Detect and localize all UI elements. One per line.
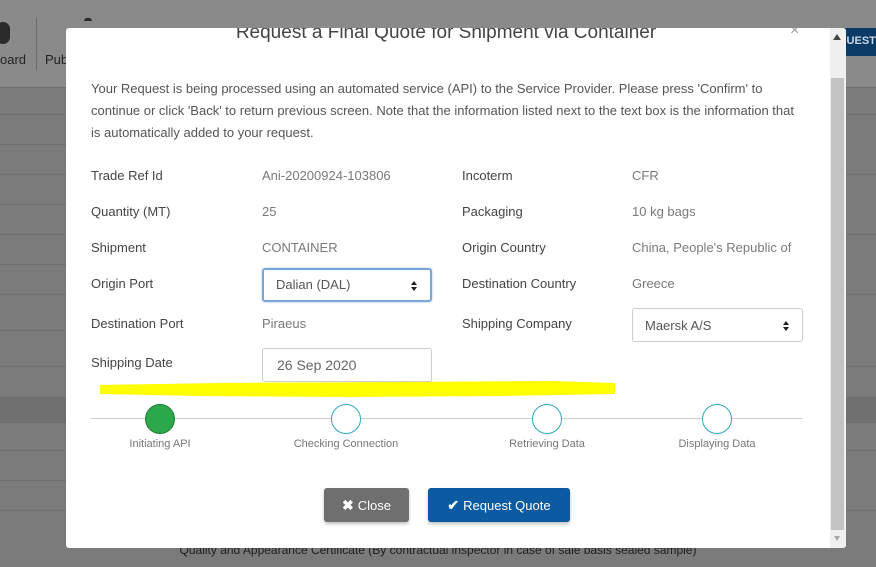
- background-row-divider: [0, 204, 66, 205]
- background-row-divider: [846, 510, 876, 511]
- origin-port-selected-value: Dalian (DAL): [276, 277, 351, 292]
- chevron-up-icon: [783, 321, 789, 325]
- shipping-date-value: 26 Sep 2020: [277, 357, 357, 373]
- toolbar-separator: [36, 18, 37, 70]
- shipment-value: CONTAINER: [262, 240, 338, 255]
- background-row-divider: [0, 114, 66, 115]
- background-row-divider: [0, 366, 66, 367]
- background-row-divider: [846, 174, 876, 175]
- background-row-divider: [0, 450, 66, 451]
- chevron-down-icon: [411, 287, 417, 291]
- toolbar-item-publish: Pub: [45, 52, 69, 67]
- progress-track: [91, 418, 803, 419]
- step-indicator-checking-connection: [331, 404, 361, 434]
- dashboard-icon: [0, 22, 10, 44]
- background-row-divider: [0, 510, 66, 511]
- times-icon: ✖: [342, 496, 354, 513]
- close-button[interactable]: ✖ Close: [324, 488, 409, 522]
- background-row-divider: [846, 234, 876, 235]
- shipping-company-label: Shipping Company: [462, 316, 572, 331]
- intro-text: Your Request is being processed using an…: [91, 81, 794, 140]
- shipment-label: Shipment: [91, 240, 146, 255]
- scrollbar-thumb[interactable]: [831, 78, 844, 530]
- toolbar-item-dashboard: oard: [0, 52, 27, 67]
- origin-port-label: Origin Port: [91, 276, 154, 291]
- destination-country-label: Destination Country: [462, 276, 577, 291]
- packaging-value: 10 kg bags: [632, 204, 696, 219]
- destination-country-value: Greece: [632, 276, 675, 291]
- incoterm-value: CFR: [632, 168, 659, 183]
- background-row-divider: [0, 330, 66, 331]
- highlight-annotation: [100, 381, 615, 397]
- request-quote-button-label: Request Quote: [463, 497, 551, 513]
- trade-ref-value: Ani-20200924-103806: [262, 168, 391, 183]
- background-row-divider: [0, 480, 66, 481]
- scroll-up-arrow-icon[interactable]: [833, 34, 841, 40]
- quantity-value: 25: [262, 204, 277, 219]
- destination-port-value: Piraeus: [262, 316, 307, 331]
- check-icon: ✔: [447, 496, 460, 513]
- background-row-divider: [846, 450, 876, 451]
- background-row-divider: [0, 174, 66, 175]
- step-label-checking-connection: Checking Connection: [293, 438, 399, 450]
- close-button-label: Close: [357, 497, 391, 513]
- step-indicator-retrieving-data: [532, 404, 562, 434]
- background-selected-row: [846, 397, 876, 423]
- shipping-company-selected-value: Maersk A/S: [645, 318, 712, 333]
- chevron-up-icon: [411, 281, 417, 285]
- close-icon[interactable]: ×: [790, 28, 799, 40]
- background-row-divider: [846, 294, 876, 295]
- quantity-label: Quantity (MT): [91, 204, 171, 219]
- step-label-retrieving-data: Retrieving Data: [509, 438, 585, 450]
- request-quote-modal: Request a Final Quote for Shipment via C…: [66, 28, 846, 548]
- step-indicator-displaying-data: [702, 404, 732, 434]
- background-selected-row: [0, 397, 66, 423]
- shipping-date-input[interactable]: 26 Sep 2020: [262, 348, 432, 382]
- background-row-divider: [0, 264, 66, 265]
- request-quote-button[interactable]: ✔ Request Quote: [428, 488, 570, 522]
- origin-country-label: Origin Country: [462, 240, 546, 255]
- modal-scrollbar[interactable]: [830, 28, 846, 548]
- packaging-label: Packaging: [462, 204, 523, 219]
- background-row-divider: [0, 144, 66, 145]
- background-row-divider: [846, 114, 876, 115]
- trade-ref-label: Trade Ref Id: [91, 168, 163, 183]
- shipping-company-select[interactable]: Maersk A/S: [632, 308, 803, 342]
- origin-country-value: China, People's Republic of: [632, 240, 792, 255]
- step-indicator-initiating-api: [145, 404, 175, 434]
- origin-port-select[interactable]: Dalian (DAL): [262, 268, 432, 302]
- chevron-down-icon: [783, 327, 789, 331]
- step-label-displaying-data: Displaying Data: [678, 438, 756, 450]
- background-row-divider: [0, 234, 66, 235]
- background-row-divider: [846, 366, 876, 367]
- step-label-initiating-api: Initiating API: [129, 438, 191, 450]
- shipping-date-label: Shipping Date: [91, 355, 173, 370]
- scroll-down-arrow-icon[interactable]: [834, 536, 840, 541]
- incoterm-label: Incoterm: [462, 168, 513, 183]
- modal-title: Request a Final Quote for Shipment via C…: [235, 28, 657, 43]
- destination-port-label: Destination Port: [91, 316, 184, 331]
- background-row-divider: [0, 294, 66, 295]
